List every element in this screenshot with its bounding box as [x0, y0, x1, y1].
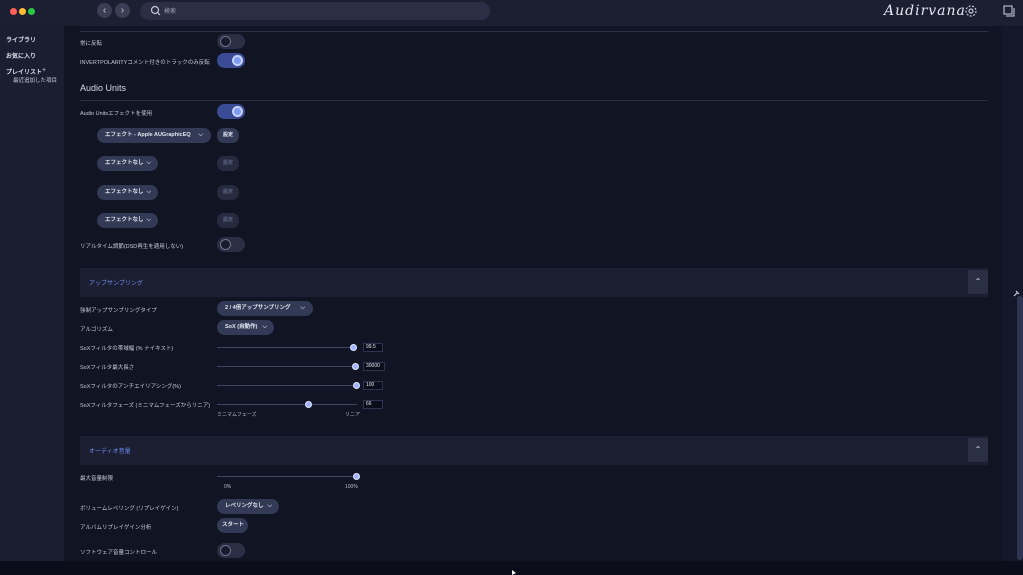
toggle-knob — [220, 545, 231, 556]
invert-comment-label: INVERTPOLARITYコメント付きのトラックのみ反転 — [80, 60, 210, 66]
sox-length-label: SoXフィルタ最大長さ — [80, 365, 135, 371]
sox-length-track — [217, 366, 357, 367]
sox-length-value[interactable]: 30000 — [363, 362, 385, 371]
effect-select-4-value: エフェクトなし — [105, 217, 144, 223]
audio-units-toggle[interactable] — [217, 104, 245, 119]
chevron-down-icon: ⌵ — [267, 503, 272, 509]
phase-max-label: リニア — [345, 412, 361, 418]
divider — [80, 100, 988, 101]
effect-select-4[interactable]: エフェクトなし ⌵ — [97, 213, 158, 228]
leveling-label: ボリュームレベリング (リプレイゲイン) — [80, 506, 179, 512]
sox-phase-value[interactable]: 66 — [363, 400, 383, 409]
collapse-audio-volume-button[interactable]: ⌃ — [968, 438, 988, 462]
max-volume-track — [217, 476, 357, 477]
realtime-label: リアルタイム調節(DSD再生を適用しない) — [80, 244, 184, 250]
sox-bandwidth-label: SoXフィルタの帯域幅 (% ナイキスト) — [80, 346, 174, 352]
audio-units-use-label: Audio Unitsエフェクトを使用 — [80, 111, 153, 117]
max-volume-label: 最大音量制限 — [80, 476, 114, 482]
search-input[interactable]: 検索 — [140, 2, 490, 20]
algorithm-label: アルゴリズム — [80, 327, 113, 333]
algorithm-select[interactable]: SoX (自動作) ⌵ — [217, 320, 274, 335]
upsampling-type-label: 強制アップサンプリングタイプ — [80, 308, 157, 314]
sox-length-slider[interactable] — [351, 363, 359, 370]
chevron-down-icon: ⌵ — [198, 132, 203, 138]
phase-min-label: ミニマムフェーズ — [217, 412, 257, 418]
realtime-toggle[interactable] — [217, 237, 245, 252]
audio-volume-title: オーディオ音量 — [89, 449, 131, 455]
album-replaygain-label: アルバムリプレイゲイン分析 — [80, 525, 152, 531]
effect-select-2-value: エフェクトなし — [105, 160, 144, 166]
divider — [80, 31, 988, 32]
sidebar: ライブラリ お気に入り プレイリスト + 最近追加した項目 — [0, 26, 64, 566]
sidebar-item-favorites[interactable]: お気に入り — [6, 51, 36, 60]
invert-always-label: 常に反転 — [80, 41, 103, 47]
close-window-button[interactable] — [10, 8, 17, 15]
title-bar: ‹ › 検索 Audirvana — [0, 0, 1023, 26]
toggle-knob — [232, 106, 243, 117]
audio-units-title: Audio Units — [80, 83, 127, 93]
sox-bandwidth-track — [217, 347, 357, 348]
sox-antialias-value[interactable]: 100 — [363, 381, 383, 390]
chevron-down-icon: ⌵ — [300, 305, 305, 311]
effect-select-1[interactable]: エフェクト - Apple AUGraphicEQ ⌵ — [97, 128, 211, 143]
upsampling-title: アップサンプリング — [89, 281, 143, 287]
sox-phase-track — [217, 404, 357, 405]
sox-antialias-track — [217, 385, 357, 386]
minimize-window-button[interactable] — [19, 8, 26, 15]
effect-select-2[interactable]: エフェクトなし ⌵ — [97, 156, 158, 171]
search-placeholder: 検索 — [164, 9, 177, 15]
start-analysis-button[interactable]: スタート — [217, 518, 248, 533]
effect-settings-button-2[interactable]: 設定 — [217, 156, 239, 171]
sox-phase-label: SoXフィルタフェーズ (ミニマムフェーズからリニア) — [80, 403, 211, 409]
toggle-knob — [220, 36, 231, 47]
scrollbar-thumb[interactable] — [1017, 296, 1023, 560]
collapse-upsampling-button[interactable]: ⌃ — [968, 270, 988, 294]
forward-button[interactable]: › — [115, 3, 130, 18]
window-layout-icon[interactable] — [1003, 5, 1015, 17]
mouse-cursor-icon — [512, 570, 516, 575]
effect-settings-button-1[interactable]: 設定 — [217, 128, 239, 143]
leveling-select[interactable]: レベリングなし ⌵ — [217, 499, 279, 514]
algorithm-value: SoX (自動作) — [225, 324, 258, 330]
audio-volume-section-header: オーディオ音量 ⌃ — [80, 436, 988, 465]
app-logo: Audirvana — [884, 3, 966, 19]
sidebar-item-recently-added[interactable]: 最近追加した項目 — [13, 76, 57, 84]
gear-icon[interactable] — [964, 4, 978, 18]
zoom-window-button[interactable] — [28, 8, 35, 15]
upsampling-type-value: 2 / 4倍アップサンプリング — [225, 305, 291, 311]
max-volume-min: 0% — [224, 484, 232, 490]
invert-comment-toggle[interactable] — [217, 53, 245, 68]
effect-select-1-value: エフェクト - Apple AUGraphicEQ — [105, 132, 191, 138]
leveling-value: レベリングなし — [225, 503, 264, 509]
sox-antialias-label: SoXフィルタのアンチエイリアシング(%) — [80, 384, 181, 390]
back-button[interactable]: ‹ — [97, 3, 112, 18]
upsampling-section-header: アップサンプリング ⌃ — [80, 268, 988, 297]
sidebar-item-library[interactable]: ライブラリ — [6, 35, 36, 44]
max-volume-max: 100% — [345, 484, 358, 490]
toggle-knob — [220, 239, 231, 250]
toggle-knob — [232, 55, 243, 66]
search-icon — [150, 5, 161, 16]
effect-settings-button-3[interactable]: 設定 — [217, 185, 239, 200]
upsampling-type-select[interactable]: 2 / 4倍アップサンプリング ⌵ — [217, 301, 313, 316]
chevron-down-icon: ⌵ — [146, 217, 151, 223]
software-volume-label: ソフトウェア音量コントロール — [80, 550, 158, 556]
chevron-down-icon: ⌵ — [262, 324, 267, 330]
effect-select-3-value: エフェクトなし — [105, 189, 144, 195]
chevron-down-icon: ⌵ — [146, 160, 151, 166]
effect-select-3[interactable]: エフェクトなし ⌵ — [97, 185, 158, 200]
sidebar-item-playlists[interactable]: プレイリスト — [6, 67, 42, 76]
chevron-down-icon: ⌵ — [146, 189, 151, 195]
add-playlist-button[interactable]: + — [42, 67, 46, 74]
invert-always-toggle[interactable] — [217, 34, 245, 49]
sox-antialias-slider[interactable] — [353, 382, 360, 389]
effect-settings-button-4[interactable]: 設定 — [217, 213, 239, 228]
sox-bandwidth-value[interactable]: 99.5 — [363, 343, 383, 352]
max-volume-slider[interactable] — [353, 473, 360, 480]
software-volume-toggle[interactable] — [217, 543, 245, 558]
